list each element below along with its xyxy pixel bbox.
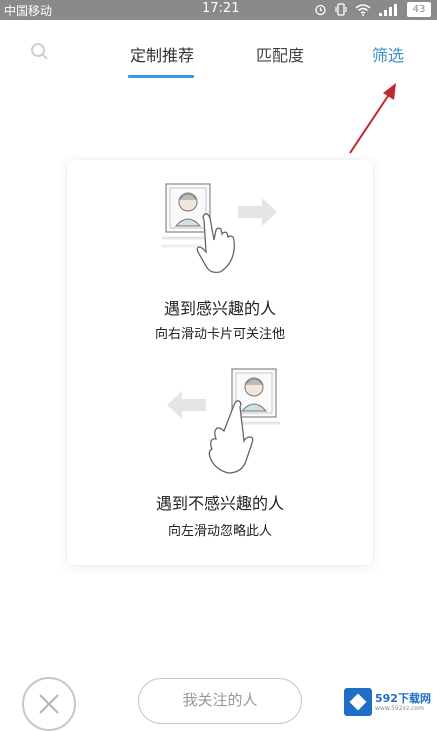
wifi-icon	[355, 3, 371, 16]
signal-icon	[379, 3, 397, 16]
swipe-left-title: 遇到不感兴趣的人	[155, 494, 284, 513]
search-icon[interactable]	[28, 40, 52, 64]
swipe-right-hint: 向右滑动卡片可关注他	[154, 327, 285, 342]
watermark-icon	[344, 688, 372, 716]
status-icons: 43	[314, 2, 431, 17]
clock-time: 17:21	[202, 1, 240, 16]
close-icon	[39, 694, 59, 714]
tab-custom-recommend[interactable]: 定制推荐	[130, 42, 194, 66]
status-bar: 中国移动 17:21 43	[0, 0, 437, 20]
battery-icon: 43	[407, 2, 431, 17]
swipe-left-illustration	[167, 368, 280, 474]
watermark-logo: 592下载网 www.592xz.com	[344, 688, 431, 716]
annotation-arrow	[349, 83, 396, 154]
filter-button[interactable]: 筛选	[372, 42, 404, 66]
swipe-left-hint: 向左滑动忽略此人	[167, 524, 272, 539]
vibrate-icon	[335, 3, 347, 16]
dismiss-button[interactable]	[22, 677, 76, 731]
carrier-name: 中国移动	[4, 4, 53, 18]
tab-match-degree[interactable]: 匹配度	[256, 42, 304, 66]
swipe-guide-card: 遇到感兴趣的人 向右滑动卡片可关注他 遇到不感兴趣的人 向左滑动忽略此人	[67, 160, 373, 565]
watermark-url: www.592xz.com	[375, 704, 424, 712]
top-nav: 定制推荐 匹配度 筛选	[0, 20, 437, 80]
swipe-right-title: 遇到感兴趣的人	[163, 299, 276, 318]
active-tab-indicator	[128, 75, 194, 78]
watermark-text: 592下载网	[375, 691, 431, 705]
swipe-right-illustration	[162, 183, 277, 274]
my-follows-button[interactable]: 我关注的人	[138, 678, 302, 724]
alarm-icon	[315, 4, 326, 16]
